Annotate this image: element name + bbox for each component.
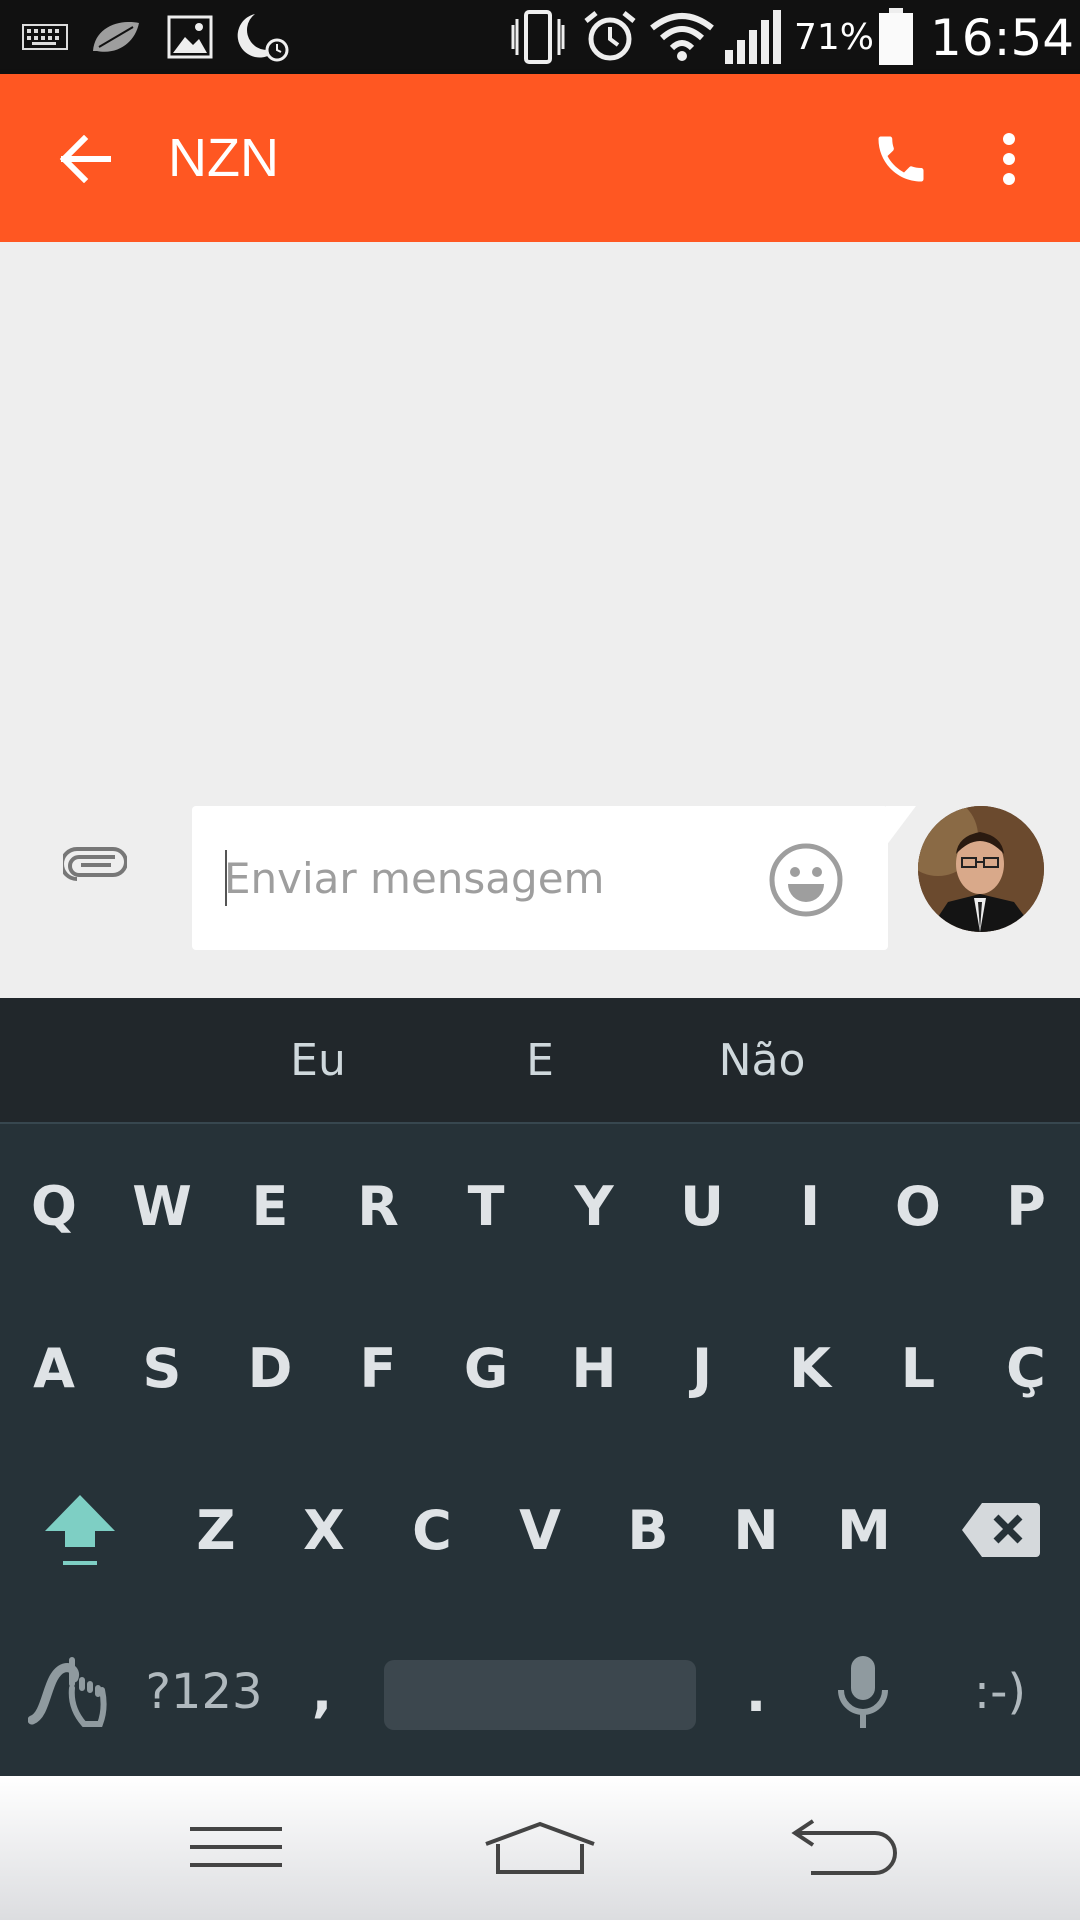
key-w[interactable]: W xyxy=(118,1146,206,1266)
key-u[interactable]: U xyxy=(658,1146,746,1266)
wifi-icon xyxy=(650,12,714,62)
arrow-back-icon[interactable] xyxy=(40,114,130,204)
key-v[interactable]: V xyxy=(496,1470,584,1590)
key-q[interactable]: Q xyxy=(10,1146,98,1266)
key-k[interactable]: K xyxy=(766,1308,854,1428)
key-j[interactable]: J xyxy=(658,1308,746,1428)
period-key[interactable]: . xyxy=(716,1632,796,1752)
key-c-cedilla[interactable]: Ç xyxy=(982,1308,1070,1428)
suggestion-3[interactable]: Não xyxy=(662,1028,862,1094)
status-bar: 71% 16:54 xyxy=(0,0,1080,74)
contact-name: NZN xyxy=(168,128,279,188)
signal-icon xyxy=(722,10,784,64)
key-s[interactable]: S xyxy=(118,1308,206,1428)
battery-icon xyxy=(876,8,916,66)
more-vert-icon[interactable] xyxy=(964,114,1054,204)
navigation-bar xyxy=(0,1776,1080,1920)
home-icon[interactable] xyxy=(460,1806,620,1890)
key-h[interactable]: H xyxy=(550,1308,638,1428)
key-p[interactable]: P xyxy=(982,1146,1070,1266)
conversation-toolbar: NZN xyxy=(0,74,1080,242)
soft-keyboard: Eu E Não Q W E R T Y U I O P A S D F G H… xyxy=(0,998,1080,1776)
key-x[interactable]: X xyxy=(280,1470,368,1590)
menu-icon[interactable] xyxy=(156,1806,316,1890)
smiley-icon[interactable] xyxy=(768,842,844,918)
backspace-icon[interactable] xyxy=(944,1470,1056,1590)
emoticon-key[interactable]: :-) xyxy=(940,1632,1060,1752)
moon-clock-icon xyxy=(234,12,290,62)
vibrate-icon xyxy=(508,10,568,64)
avatar[interactable] xyxy=(918,806,1044,932)
key-g[interactable]: G xyxy=(442,1308,530,1428)
suggestion-2[interactable]: E xyxy=(440,1028,640,1094)
alarm-icon xyxy=(580,11,640,62)
key-d[interactable]: D xyxy=(226,1308,314,1428)
swipe-gesture-icon[interactable] xyxy=(20,1632,116,1752)
text-caret xyxy=(225,850,227,906)
key-n[interactable]: N xyxy=(712,1470,800,1590)
clock: 16:54 xyxy=(930,9,1075,67)
key-a[interactable]: A xyxy=(10,1308,98,1428)
message-list[interactable] xyxy=(0,242,1080,998)
key-f[interactable]: F xyxy=(334,1308,422,1428)
key-c[interactable]: C xyxy=(388,1470,476,1590)
key-y[interactable]: Y xyxy=(550,1146,638,1266)
compose-tail xyxy=(886,806,916,846)
key-t[interactable]: T xyxy=(442,1146,530,1266)
key-b[interactable]: B xyxy=(604,1470,692,1590)
compose-box xyxy=(192,806,888,950)
key-z[interactable]: Z xyxy=(172,1470,260,1590)
suggestion-bar: Eu E Não xyxy=(0,998,1080,1124)
key-e[interactable]: E xyxy=(226,1146,314,1266)
key-r[interactable]: R xyxy=(334,1146,422,1266)
image-icon xyxy=(164,12,216,62)
comma-key[interactable]: , xyxy=(286,1632,358,1752)
paperclip-icon[interactable] xyxy=(52,830,138,900)
symbols-key[interactable]: ?123 xyxy=(134,1632,274,1752)
back-icon[interactable] xyxy=(764,1806,924,1890)
key-i[interactable]: I xyxy=(766,1146,854,1266)
suggestion-1[interactable]: Eu xyxy=(218,1028,418,1094)
shift-icon[interactable] xyxy=(24,1470,136,1590)
message-input[interactable] xyxy=(224,842,744,914)
spacebar[interactable] xyxy=(384,1660,696,1730)
keyboard-icon xyxy=(20,12,70,62)
key-m[interactable]: M xyxy=(820,1470,908,1590)
phone-icon[interactable] xyxy=(856,114,946,204)
key-o[interactable]: O xyxy=(874,1146,962,1266)
key-l[interactable]: L xyxy=(874,1308,962,1428)
battery-percent: 71% xyxy=(794,17,875,58)
microphone-icon[interactable] xyxy=(818,1632,908,1752)
leaf-icon xyxy=(88,12,144,62)
